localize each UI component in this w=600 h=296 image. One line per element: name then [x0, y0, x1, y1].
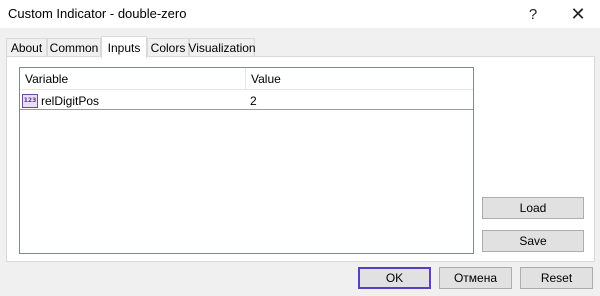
table-row[interactable]: 123 relDigitPos 2: [20, 91, 473, 110]
close-icon[interactable]: ✕: [556, 0, 600, 28]
column-header-variable[interactable]: Variable: [20, 68, 246, 90]
reset-button[interactable]: Reset: [520, 267, 593, 289]
tab-visualization[interactable]: Visualization: [188, 38, 256, 57]
column-header-value[interactable]: Value: [246, 68, 472, 90]
variable-cell: 123 relDigitPos: [22, 91, 99, 110]
tab-common[interactable]: Common: [47, 38, 101, 57]
title-bar: Custom Indicator - double-zero ? ✕: [0, 0, 600, 28]
tab-colors[interactable]: Colors: [147, 38, 189, 57]
tab-inputs[interactable]: Inputs: [101, 36, 147, 58]
integer-type-icon: 123: [22, 93, 38, 108]
value-cell[interactable]: 2: [250, 91, 257, 110]
cancel-button[interactable]: Отмена: [439, 267, 512, 289]
load-button[interactable]: Load: [482, 197, 584, 219]
help-icon[interactable]: ?: [511, 0, 555, 28]
tab-about[interactable]: About: [6, 38, 47, 57]
inputs-grid: Variable Value 123 relDigitPos 2: [19, 67, 474, 254]
grid-header: Variable Value: [20, 68, 473, 90]
save-button[interactable]: Save: [482, 230, 584, 252]
window-title: Custom Indicator - double-zero: [8, 6, 187, 21]
ok-button[interactable]: OK: [358, 267, 431, 289]
variable-name: relDigitPos: [41, 93, 100, 108]
